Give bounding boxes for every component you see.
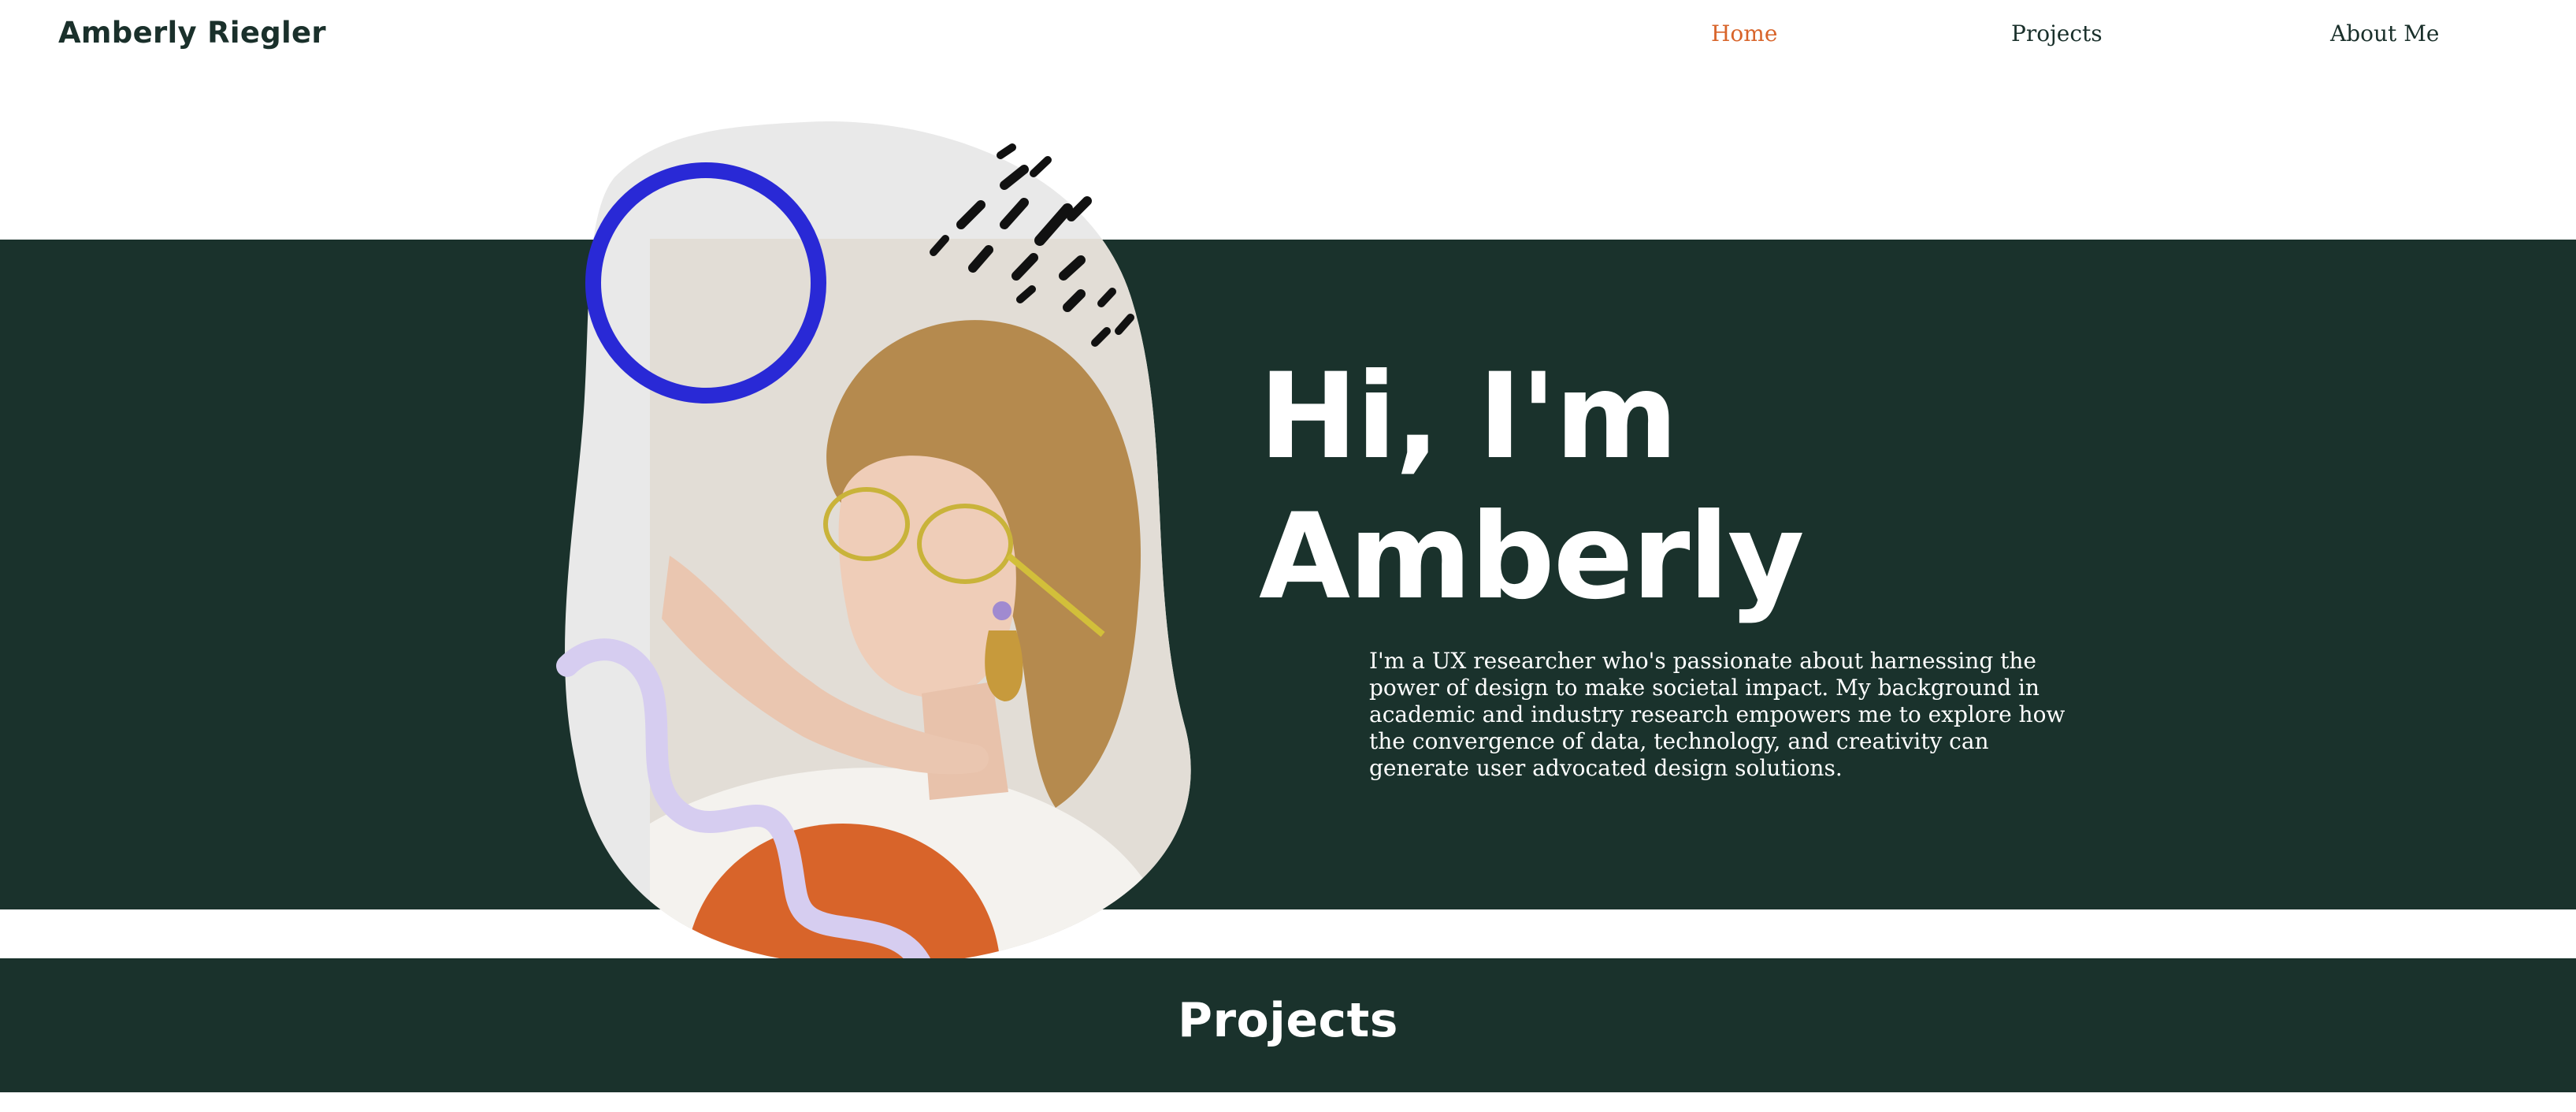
hero-title-line-1: Hi, I'm <box>1259 348 1678 485</box>
hero-title: Hi, I'm Amberly <box>1259 347 1805 627</box>
nav-link-home[interactable]: Home <box>1711 20 1777 46</box>
nav-link-about-me[interactable]: About Me <box>2330 20 2439 46</box>
hero-bio-text: I'm a UX researcher who's passionate abo… <box>1369 648 2066 781</box>
portrait-illustration <box>556 121 1191 973</box>
brand-logo-text[interactable]: Amberly Riegler <box>58 16 326 50</box>
nav-link-projects[interactable]: Projects <box>2011 20 2103 46</box>
projects-section: Projects <box>0 958 2576 1092</box>
hero-title-line-2: Amberly <box>1259 489 1805 626</box>
site-header: Amberly Riegler Home Projects About Me <box>0 0 2576 71</box>
projects-heading: Projects <box>1177 993 1398 1048</box>
earring-stud <box>993 601 1011 620</box>
